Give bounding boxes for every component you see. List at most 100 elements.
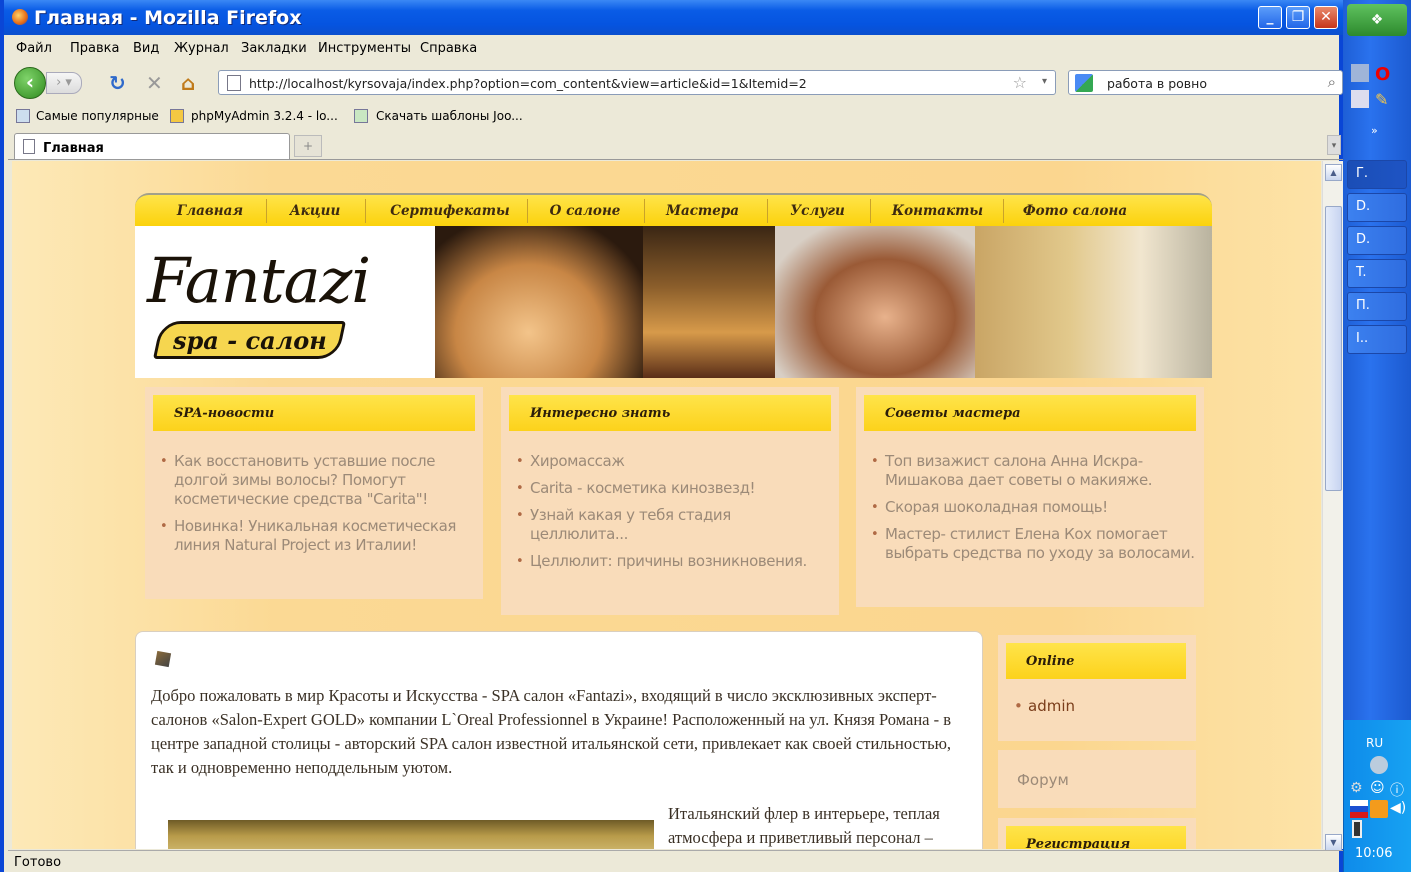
site-menu-about[interactable]: О салоне: [530, 203, 640, 219]
interesting-item[interactable]: Carita - косметика кинозвезд!: [513, 479, 833, 498]
edit-icon[interactable]: [154, 650, 172, 668]
interesting-item[interactable]: Хиромассаж: [513, 452, 833, 471]
site-menu-photos[interactable]: Фото салона: [1005, 203, 1145, 219]
tips-item[interactable]: Топ визажист салона Анна Искра-Мишакова …: [868, 452, 1198, 490]
online-module: Online • admin: [998, 635, 1196, 741]
photo-massage: [775, 226, 975, 378]
navigation-toolbar: ‹ › ▾ ↻ ✕ ⌂ http://localhost/kyrsovaja/i…: [8, 62, 1343, 102]
article-intro: Добро пожаловать в мир Красоты и Искусст…: [151, 686, 952, 777]
menu-history[interactable]: Журнал: [174, 41, 229, 56]
menu-bookmarks[interactable]: Закладки: [241, 41, 307, 56]
save-icon[interactable]: [1351, 90, 1369, 108]
stop-icon[interactable]: ✕: [146, 71, 163, 95]
article-image: [168, 820, 654, 849]
tips-title: Советы мастера: [864, 395, 1196, 431]
menu-file[interactable]: Файл: [16, 41, 52, 56]
expand-icon[interactable]: »: [1371, 124, 1378, 137]
url-bar[interactable]: http://localhost/kyrsovaja/index.php?opt…: [218, 70, 1056, 95]
tab-bar: Главная + ▾: [8, 130, 1343, 160]
tips-item[interactable]: Мастер- стилист Елена Кох помогает выбра…: [868, 525, 1198, 563]
site-menu: Главная Акции Сертифекаты О салоне Масте…: [135, 193, 1212, 226]
taskbar-item-5[interactable]: П.: [1347, 292, 1407, 321]
site-menu-certificates[interactable]: Сертифекаты: [375, 203, 525, 219]
news-item[interactable]: Новинка! Уникальная косметическая линия …: [157, 517, 477, 555]
menu-tools[interactable]: Инструменты: [318, 41, 411, 56]
tray-network-icon[interactable]: ⚙: [1350, 780, 1368, 798]
tab-home[interactable]: Главная: [14, 133, 290, 159]
window-title: Главная - Mozilla Firefox: [34, 7, 302, 29]
tray-user-icon[interactable]: ☺: [1370, 780, 1388, 798]
logo-name: Fantazi: [147, 244, 371, 317]
reload-icon[interactable]: ↻: [109, 71, 126, 95]
tray-volume-icon[interactable]: ◀): [1390, 800, 1408, 818]
site-menu-services[interactable]: Услуги: [770, 203, 865, 219]
taskbar-item-firefox[interactable]: Г.: [1347, 160, 1407, 189]
new-tab-button[interactable]: +: [294, 135, 322, 157]
online-user[interactable]: admin: [1028, 697, 1075, 715]
opera-icon[interactable]: O: [1375, 64, 1393, 85]
taskbar-item-3[interactable]: D.: [1347, 226, 1407, 255]
minimize-button[interactable]: _: [1258, 6, 1282, 29]
site-menu-promos[interactable]: Акции: [275, 203, 355, 219]
tray-app-icon[interactable]: [1370, 800, 1388, 818]
tray-flag-icon[interactable]: [1350, 800, 1368, 818]
bookmark-templates[interactable]: Скачать шаблоны Joo...: [376, 109, 523, 123]
photo-salon-interior: [975, 226, 1212, 378]
news-title: SPA-новости: [153, 395, 475, 431]
site-menu-home[interactable]: Главная: [165, 203, 255, 219]
site-icon: [354, 109, 368, 123]
article-text: Итальянский флер в интерьере, теплая атм…: [668, 804, 940, 847]
bookmark-star-icon[interactable]: ☆: [1013, 73, 1027, 92]
forum-module: Форум: [998, 750, 1196, 808]
start-button[interactable]: ❖: [1347, 4, 1407, 36]
tab-label: Главная: [43, 141, 104, 156]
search-engine-icon[interactable]: [1075, 74, 1093, 92]
tips-item[interactable]: Скорая шоколадная помощь!: [868, 498, 1198, 517]
interesting-item[interactable]: Целлюлит: причины возникновения.: [513, 552, 833, 571]
news-column: SPA-новости Как восстановить уставшие по…: [145, 387, 483, 599]
taskbar-item-4[interactable]: T.: [1347, 259, 1407, 288]
bookmark-popular[interactable]: Самые популярные: [36, 109, 159, 123]
menu-view[interactable]: Вид: [133, 41, 159, 56]
bookmark-phpmyadmin[interactable]: phpMyAdmin 3.2.4 - lo...: [191, 109, 338, 123]
tray-info-icon[interactable]: ⓘ: [1390, 780, 1408, 799]
status-bar: Готово: [8, 850, 1343, 872]
close-button[interactable]: ✕: [1314, 6, 1338, 29]
tray-device-icon[interactable]: [1352, 820, 1362, 838]
forward-button[interactable]: › ▾: [46, 72, 82, 94]
site-logo[interactable]: Fantazi spa - салон: [135, 226, 435, 378]
site-menu-contacts[interactable]: Контакты: [875, 203, 1000, 219]
photo-spa-products: [643, 226, 775, 378]
clock: 10:06: [1355, 846, 1393, 861]
vertical-scrollbar[interactable]: ▲ ▼: [1322, 161, 1343, 851]
popular-folder-icon: [16, 109, 30, 123]
news-item[interactable]: Как восстановить уставшие после долгой з…: [157, 452, 477, 509]
page-icon: [23, 139, 35, 154]
scroll-up-button[interactable]: ▲: [1325, 164, 1342, 181]
taskbar-item-2[interactable]: D.: [1347, 193, 1407, 222]
status-text: Готово: [14, 855, 62, 870]
search-icon[interactable]: ⌕: [1328, 73, 1336, 91]
tray-arrow-icon[interactable]: [1370, 756, 1388, 774]
back-button[interactable]: ‹: [14, 67, 46, 99]
url-dropdown-icon[interactable]: ▾: [1042, 76, 1047, 87]
home-icon[interactable]: ⌂: [181, 71, 195, 95]
menu-edit[interactable]: Правка: [70, 41, 119, 56]
menu-bar: Файл Правка Вид Журнал Закладки Инструме…: [8, 36, 1343, 62]
menu-help[interactable]: Справка: [420, 41, 477, 56]
scroll-thumb[interactable]: [1325, 206, 1342, 491]
tools-icon[interactable]: ✎: [1375, 90, 1393, 109]
forum-link[interactable]: Форум: [1017, 771, 1069, 789]
taskbar-item-6[interactable]: I..: [1347, 325, 1407, 354]
language-indicator[interactable]: RU: [1366, 736, 1383, 750]
interesting-item[interactable]: Узнай какая у тебя стадия целлюлита...: [513, 506, 833, 544]
tab-list-button[interactable]: ▾: [1327, 135, 1341, 155]
search-box[interactable]: работа в ровно ⌕: [1068, 70, 1343, 95]
browser-window: Главная - Mozilla Firefox _ ❐ ✕ Файл Пра…: [0, 0, 1347, 872]
maximize-button[interactable]: ❐: [1286, 6, 1310, 29]
interesting-column: Интересно знать Хиромассаж Carita - косм…: [501, 387, 839, 615]
site-menu-masters[interactable]: Мастера: [650, 203, 755, 219]
scroll-down-button[interactable]: ▼: [1325, 834, 1342, 851]
desktop-icon[interactable]: [1351, 64, 1369, 82]
taskbar: ❖ O ✎ » Г. D. D. T. П. I.. RU ⚙ ☺ ⓘ ◀) 1…: [1343, 0, 1411, 872]
